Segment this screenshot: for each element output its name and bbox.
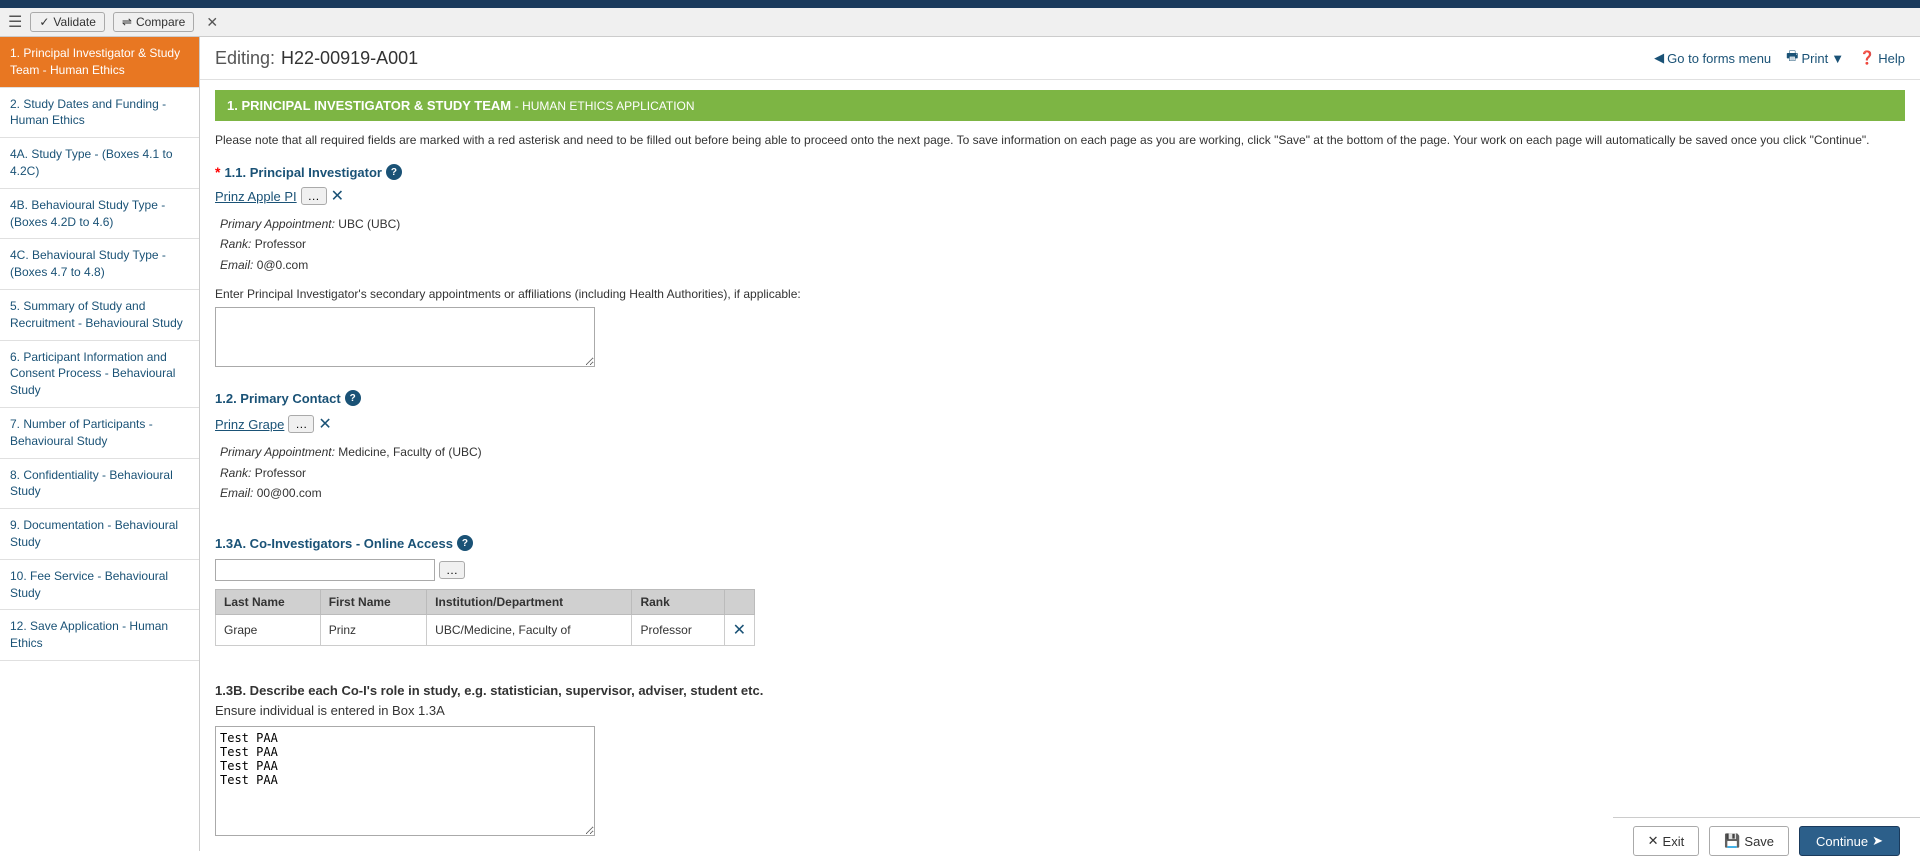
continue-arrow-icon: ➤: [1872, 833, 1883, 849]
col-institution: Institution/Department: [427, 590, 632, 615]
layout: 1. Principal Investigator & Study Team -…: [0, 37, 1920, 851]
sidebar-item-4b[interactable]: 4B. Behavioural Study Type - (Boxes 4.2D…: [0, 189, 199, 240]
validate-button[interactable]: ✓ Validate: [30, 12, 105, 32]
pi-rank-label: Rank:: [220, 237, 251, 251]
help-link[interactable]: ❓ Help: [1859, 50, 1905, 66]
editing-prefix: Editing:: [215, 48, 275, 69]
contact-email: 00@00.com: [257, 486, 322, 500]
printer-icon: 🖶: [1786, 47, 1798, 69]
contact-appointment: Medicine, Faculty of (UBC): [338, 445, 481, 459]
co-inv-first-name: Prinz: [320, 615, 426, 646]
intro-text: Please note that all required fields are…: [200, 131, 1920, 159]
co-inv-remove-cell: ✕: [724, 615, 754, 646]
pi-selector: Prinz Apple PI … ✕: [215, 186, 1905, 206]
sidebar-item-12[interactable]: 12. Save Application - Human Ethics: [0, 610, 199, 661]
section-11-label: * 1.1. Principal Investigator ?: [215, 164, 1905, 180]
header-actions: ◀ Go to forms menu 🖶 Print ▼ ❓ Help: [1654, 47, 1905, 69]
bottom-actions: ✕ Exit 💾 Save Continue ➤: [1613, 817, 1920, 864]
sidebar-item-4a[interactable]: 4A. Study Type - (Boxes 4.1 to 4.2C): [0, 138, 199, 189]
co-inv-search-button[interactable]: …: [439, 561, 465, 579]
contact-appointment-label: Primary Appointment:: [220, 445, 335, 459]
sidebar-item-9[interactable]: 9. Documentation - Behavioural Study: [0, 509, 199, 560]
section-sub: - HUMAN ETHICS APPLICATION: [515, 99, 695, 113]
print-link[interactable]: 🖶 Print ▼: [1786, 47, 1844, 69]
help-icon-13a[interactable]: ?: [457, 535, 473, 551]
pi-email: 0@0.com: [257, 258, 309, 272]
section-header: 1. PRINCIPAL INVESTIGATOR & STUDY TEAM -…: [215, 90, 1905, 121]
contact-remove-button[interactable]: ✕: [318, 414, 331, 434]
validate-icon: ✓: [39, 15, 49, 29]
page-header: Editing: H22-00919-A001 ◀ Go to forms me…: [200, 37, 1920, 80]
help-icon-12[interactable]: ?: [345, 390, 361, 406]
save-icon: 💾: [1724, 833, 1740, 849]
pi-options-button[interactable]: …: [301, 187, 327, 205]
pi-appointment-label: Primary Appointment:: [220, 217, 335, 231]
section-12: 1.2. Primary Contact ? Prinz Grape … ✕ P…: [200, 385, 1920, 530]
sidebar-item-4c[interactable]: 4C. Behavioural Study Type - (Boxes 4.7 …: [0, 239, 199, 290]
sidebar: 1. Principal Investigator & Study Team -…: [0, 37, 200, 851]
secondary-label: Enter Principal Investigator's secondary…: [215, 287, 1905, 301]
co-inv-last-name: Grape: [216, 615, 321, 646]
co-inv-search: …: [215, 559, 1905, 581]
section-13b-label: 1.3B. Describe each Co-I's role in study…: [215, 681, 1905, 720]
top-bar: [0, 0, 1920, 8]
back-icon: ◀: [1654, 50, 1664, 66]
print-dropdown-icon: ▼: [1831, 51, 1844, 66]
section-title: PRINCIPAL INVESTIGATOR & STUDY TEAM: [241, 98, 511, 113]
sidebar-item-2[interactable]: 2. Study Dates and Funding - Human Ethic…: [0, 88, 199, 139]
sidebar-item-7[interactable]: 7. Number of Participants - Behavioural …: [0, 408, 199, 459]
col-last-name: Last Name: [216, 590, 321, 615]
compare-icon: ⇌: [122, 15, 132, 29]
hamburger-icon[interactable]: ☰: [8, 12, 22, 32]
section-13a-label: 1.3A. Co-Investigators - Online Access ?: [215, 535, 1905, 551]
sidebar-item-8[interactable]: 8. Confidentiality - Behavioural Study: [0, 459, 199, 510]
section-11: * 1.1. Principal Investigator ? Prinz Ap…: [200, 159, 1920, 385]
co-inv-institution: UBC/Medicine, Faculty of: [427, 615, 632, 646]
page-title: H22-00919-A001: [281, 48, 418, 69]
contact-email-label: Email:: [220, 486, 253, 500]
co-inv-rank: Professor: [632, 615, 724, 646]
co-inv-search-input[interactable]: [215, 559, 435, 581]
sidebar-item-10[interactable]: 10. Fee Service - Behavioural Study: [0, 560, 199, 611]
col-actions: [724, 590, 754, 615]
go-to-forms-link[interactable]: ◀ Go to forms menu: [1654, 50, 1771, 66]
required-star-11: *: [215, 164, 220, 180]
compare-button[interactable]: ⇌ Compare: [113, 12, 194, 32]
contact-rank-label: Rank:: [220, 466, 251, 480]
co-inv-remove-button[interactable]: ✕: [733, 620, 746, 640]
pi-remove-button[interactable]: ✕: [331, 186, 344, 206]
contact-options-button[interactable]: …: [288, 415, 314, 433]
contact-rank: Professor: [255, 466, 306, 480]
pi-appointment: UBC (UBC): [338, 217, 400, 231]
contact-info: Primary Appointment: Medicine, Faculty o…: [215, 442, 1905, 503]
pi-name[interactable]: Prinz Apple PI: [215, 189, 297, 204]
section-number: 1.: [227, 98, 238, 113]
exit-button[interactable]: ✕ Exit: [1633, 826, 1700, 856]
sidebar-item-5[interactable]: 5. Summary of Study and Recruitment - Be…: [0, 290, 199, 341]
toolbar: ☰ ✓ Validate ⇌ Compare ✕: [0, 8, 1920, 37]
pi-info: Primary Appointment: UBC (UBC) Rank: Pro…: [215, 214, 1905, 275]
main-content: Editing: H22-00919-A001 ◀ Go to forms me…: [200, 37, 1920, 851]
col-first-name: First Name: [320, 590, 426, 615]
contact-selector: Prinz Grape … ✕: [215, 414, 1905, 434]
close-icon[interactable]: ✕: [206, 14, 218, 31]
pi-email-label: Email:: [220, 258, 253, 272]
help-icon: ❓: [1859, 50, 1875, 66]
pi-rank: Professor: [255, 237, 306, 251]
col-rank: Rank: [632, 590, 724, 615]
sidebar-item-1[interactable]: 1. Principal Investigator & Study Team -…: [0, 37, 199, 88]
section-12-label: 1.2. Primary Contact ?: [215, 390, 1905, 406]
section-13a: 1.3A. Co-Investigators - Online Access ?…: [200, 530, 1920, 676]
secondary-affiliations-input[interactable]: [215, 307, 595, 367]
sidebar-item-6[interactable]: 6. Participant Information and Consent P…: [0, 341, 199, 408]
exit-icon: ✕: [1648, 833, 1659, 849]
continue-button[interactable]: Continue ➤: [1799, 826, 1900, 856]
co-inv-table: Last Name First Name Institution/Departm…: [215, 589, 755, 646]
co-inv-roles-input[interactable]: Test PAA Test PAA Test PAA Test PAA: [215, 726, 595, 836]
save-button[interactable]: 💾 Save: [1709, 826, 1789, 856]
contact-name[interactable]: Prinz Grape: [215, 417, 284, 432]
table-row: Grape Prinz UBC/Medicine, Faculty of Pro…: [216, 615, 755, 646]
help-icon-11[interactable]: ?: [386, 164, 402, 180]
